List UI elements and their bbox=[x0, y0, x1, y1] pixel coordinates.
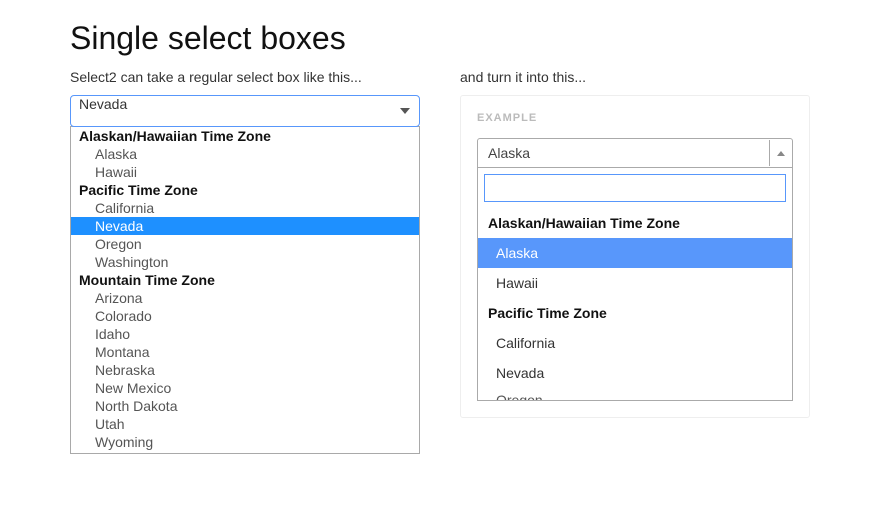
select2-dropdown: Alaskan/Hawaiian Time ZoneAlaskaHawaiiPa… bbox=[477, 168, 793, 401]
list-item[interactable]: Utah bbox=[71, 415, 419, 433]
optgroup-label: Central Time Zone bbox=[71, 451, 419, 454]
list-item[interactable]: Oregon bbox=[71, 235, 419, 253]
list-item[interactable]: Arizona bbox=[71, 289, 419, 307]
optgroup-label: Pacific Time Zone bbox=[71, 181, 419, 199]
example-panel: EXAMPLE Alaska Alaskan/Hawaiian Time Zon… bbox=[460, 95, 810, 418]
list-item[interactable]: Colorado bbox=[71, 307, 419, 325]
left-intro: Select2 can take a regular select box li… bbox=[70, 69, 420, 85]
native-select[interactable]: Nevada bbox=[70, 95, 420, 127]
right-intro: and turn it into this... bbox=[460, 69, 810, 85]
list-item[interactable]: Nebraska bbox=[71, 361, 419, 379]
example-label: EXAMPLE bbox=[477, 112, 793, 124]
list-item[interactable]: Montana bbox=[71, 343, 419, 361]
native-listbox[interactable]: Alaskan/Hawaiian Time ZoneAlaskaHawaiiPa… bbox=[70, 126, 420, 454]
list-item[interactable]: Idaho bbox=[71, 325, 419, 343]
select2-results[interactable]: Alaskan/Hawaiian Time ZoneAlaskaHawaiiPa… bbox=[478, 208, 792, 400]
optgroup-label: Mountain Time Zone bbox=[71, 271, 419, 289]
chevron-up-icon bbox=[769, 140, 791, 166]
list-item[interactable]: Nevada bbox=[478, 358, 792, 388]
list-item[interactable]: Alaska bbox=[478, 238, 792, 268]
list-item[interactable]: Wyoming bbox=[71, 433, 419, 451]
list-item[interactable]: Alaska bbox=[71, 145, 419, 163]
list-item[interactable]: Hawaii bbox=[478, 268, 792, 298]
list-item[interactable]: North Dakota bbox=[71, 397, 419, 415]
select2-search-input[interactable] bbox=[484, 174, 786, 202]
list-item[interactable]: California bbox=[71, 199, 419, 217]
list-item[interactable]: New Mexico bbox=[71, 379, 419, 397]
optgroup-label: Alaskan/Hawaiian Time Zone bbox=[71, 127, 419, 145]
select2-selected-value: Alaska bbox=[488, 145, 530, 161]
select2-selection[interactable]: Alaska bbox=[477, 138, 793, 168]
list-item[interactable]: Nevada bbox=[71, 217, 419, 235]
page-title: Single select boxes bbox=[70, 20, 810, 57]
list-item[interactable]: Hawaii bbox=[71, 163, 419, 181]
optgroup-label: Pacific Time Zone bbox=[478, 298, 792, 328]
list-item[interactable]: Oregon bbox=[478, 388, 792, 400]
list-item[interactable]: Washington bbox=[71, 253, 419, 271]
optgroup-label: Alaskan/Hawaiian Time Zone bbox=[478, 208, 792, 238]
list-item[interactable]: California bbox=[478, 328, 792, 358]
native-select-value: Nevada bbox=[79, 96, 127, 112]
